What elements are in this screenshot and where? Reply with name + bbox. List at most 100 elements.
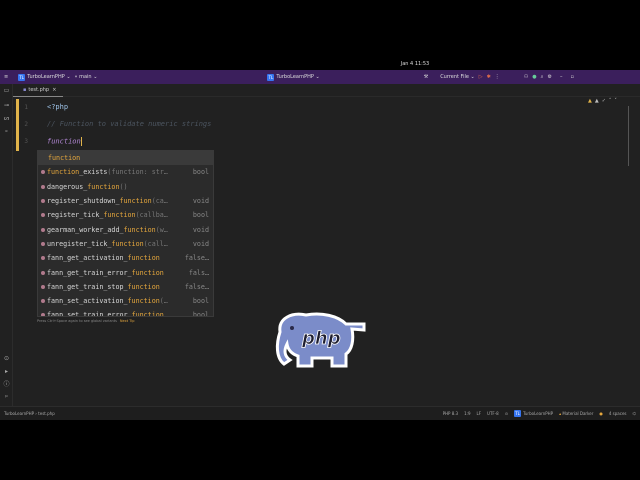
settings-icon[interactable]: ⚙: [547, 74, 551, 80]
completion-sig: (ca…: [151, 197, 168, 206]
line-number: 2: [24, 121, 28, 128]
editor-scrollbar[interactable]: [628, 106, 629, 166]
completion-item[interactable]: register_tick_ function (callba… bool: [38, 208, 213, 222]
lock-icon[interactable]: ⊙: [505, 411, 508, 416]
hint-text: Press Ctrl+Space again to see global var…: [37, 319, 117, 323]
completion-pre: fann_get_activation_: [47, 254, 128, 263]
function-icon: [41, 227, 45, 232]
run-icon[interactable]: ▷: [479, 74, 483, 80]
center-project[interactable]: TL TurboLearnPHP ⌄: [267, 73, 320, 81]
completion-type: void: [192, 225, 209, 234]
completion-hl: function: [103, 211, 136, 220]
completion-hl: function: [47, 168, 80, 177]
completion-item[interactable]: fann_get_activation_ function false…: [38, 251, 213, 265]
breadcrumb-file[interactable]: test.php: [38, 411, 55, 416]
structure-icon[interactable]: ᵒ: [3, 130, 10, 136]
more-icon[interactable]: ⋮: [495, 74, 500, 80]
completion-pre: register_tick_: [47, 211, 104, 220]
title-bar: ≡ TL TurboLearnPHP ⌄ ⑂ main ⌄ TL TurboLear…: [0, 70, 640, 84]
project-badge: TL: [514, 410, 522, 417]
status-project[interactable]: TL TurboLearnPHP: [514, 410, 553, 417]
function-icon: [41, 256, 45, 261]
chevron-down-icon[interactable]: ˅: [614, 98, 617, 104]
completion-item[interactable]: dangerous_ function(): [38, 180, 213, 194]
completion-hl: function: [131, 268, 164, 277]
completion-hl: function: [48, 154, 81, 163]
next-tip-link[interactable]: Next Tip: [120, 319, 135, 323]
completion-item[interactable]: fann_get_train_stop_ function false…: [38, 280, 213, 294]
text-caret: [80, 137, 82, 146]
branch-switcher[interactable]: ⑂ main ⌄: [75, 74, 98, 80]
breadcrumb-project[interactable]: TurboLearnPHP: [4, 411, 34, 416]
completion-item[interactable]: gearman_worker_add_ function (w… void: [38, 222, 213, 236]
function-icon: [41, 270, 45, 275]
theme-switcher[interactable]: ▴ Material Darker: [559, 411, 593, 416]
services-icon[interactable]: ⊙: [3, 356, 10, 362]
completion-pre: register_shutdown_: [47, 197, 120, 206]
completion-item[interactable]: fann_get_train_error_ function fals…: [38, 265, 213, 279]
project-switcher[interactable]: TL TurboLearnPHP ⌄: [18, 73, 71, 81]
pull-requests-icon[interactable]: ᔕ: [3, 116, 10, 122]
problems-icon[interactable]: ⓘ: [3, 382, 10, 388]
completion-type: fals…: [188, 268, 209, 277]
line-separator[interactable]: LF: [477, 411, 482, 416]
terminal-icon[interactable]: ▸: [3, 369, 10, 375]
indent-setting[interactable]: 4 spaces: [609, 411, 627, 416]
completion-pre: fann_get_train_error_: [47, 268, 132, 277]
vcs-icon[interactable]: ⌬: [633, 411, 637, 416]
completion-item[interactable]: fann_set_activation_ function (… bool: [38, 294, 213, 308]
ai-assistant-icon[interactable]: ●: [532, 74, 536, 80]
project-badge: TL: [18, 73, 26, 81]
theme-name: Material Darker: [562, 411, 594, 416]
tab-test-php[interactable]: ▪ test.php ×: [13, 84, 63, 97]
completion-item[interactable]: function: [38, 151, 213, 166]
function-icon: [41, 284, 45, 289]
completion-hl: function: [127, 254, 160, 263]
inspection-widget[interactable]: ▲ ▲ ✓ ˄ ˅: [588, 98, 617, 104]
minimize-icon[interactable]: –: [560, 74, 563, 80]
completion-item[interactable]: unregister_tick_ function (call… void: [38, 237, 213, 251]
completion-type: false…: [184, 254, 209, 263]
completion-type: bool: [192, 311, 209, 317]
completion-hl: function: [127, 297, 160, 306]
run-config-label: Current File: [440, 74, 469, 80]
completion-pre: gearman_worker_add_: [47, 225, 124, 234]
status-project-name: TurboLearnPHP: [523, 411, 554, 416]
completion-hint: Press Ctrl+Space again to see global var…: [37, 319, 134, 323]
completion-sig: (): [119, 182, 128, 191]
completion-type: false…: [184, 282, 209, 291]
add-user-icon[interactable]: ⚇: [524, 74, 528, 80]
logo-text: php: [301, 328, 341, 349]
debug-icon[interactable]: ✱: [487, 74, 491, 80]
theme-icon: ▴: [559, 411, 562, 416]
main-menu-icon[interactable]: ≡: [4, 74, 8, 80]
code-text: function: [47, 137, 81, 146]
project-folder-icon[interactable]: ▭: [3, 88, 10, 94]
php-file-icon: ▪: [23, 86, 27, 93]
code-line[interactable]: // Function to validate numeric strings: [47, 120, 211, 128]
build-icon[interactable]: ⚒: [424, 74, 428, 80]
cursor-position[interactable]: 1:9: [464, 411, 470, 416]
git-icon[interactable]: ᵖ: [3, 395, 10, 401]
completion-pre: fann_set_activation_: [47, 297, 128, 306]
php-version[interactable]: PHP 8.3: [443, 411, 458, 416]
completion-item[interactable]: fann_set_train_error_ function bool: [38, 308, 213, 317]
branch-name: main: [79, 74, 92, 80]
run-config-select[interactable]: Current File ⌄: [440, 74, 475, 80]
completion-item[interactable]: function _exists (function: str… bool: [38, 165, 213, 179]
tool-window-strip: ▭ ⊸ ᔕ ᵒ ⊙ ▸ ⓘ ᵖ: [0, 84, 13, 406]
notification-icon[interactable]: ●: [599, 411, 603, 416]
completion-pre: unregister_tick_: [47, 239, 112, 248]
maximize-icon[interactable]: ▫: [570, 74, 573, 80]
commit-icon[interactable]: ⊸: [3, 103, 10, 109]
completion-item[interactable]: register_shutdown_ function (ca… void: [38, 194, 213, 208]
completion-pre: dangerous_: [47, 182, 88, 191]
close-tab-icon[interactable]: ×: [52, 87, 56, 93]
code-line[interactable]: <?php: [47, 103, 68, 111]
chevron-up-icon[interactable]: ˄: [609, 98, 612, 104]
editor-tabs: ▪ test.php ×: [13, 84, 640, 97]
search-icon[interactable]: ⌕: [541, 74, 544, 80]
status-bar: TurboLearnPHP › test.php PHP 8.3 1:9 LF …: [0, 406, 640, 420]
file-encoding[interactable]: UTF-8: [487, 411, 499, 416]
code-line[interactable]: function: [47, 137, 82, 146]
